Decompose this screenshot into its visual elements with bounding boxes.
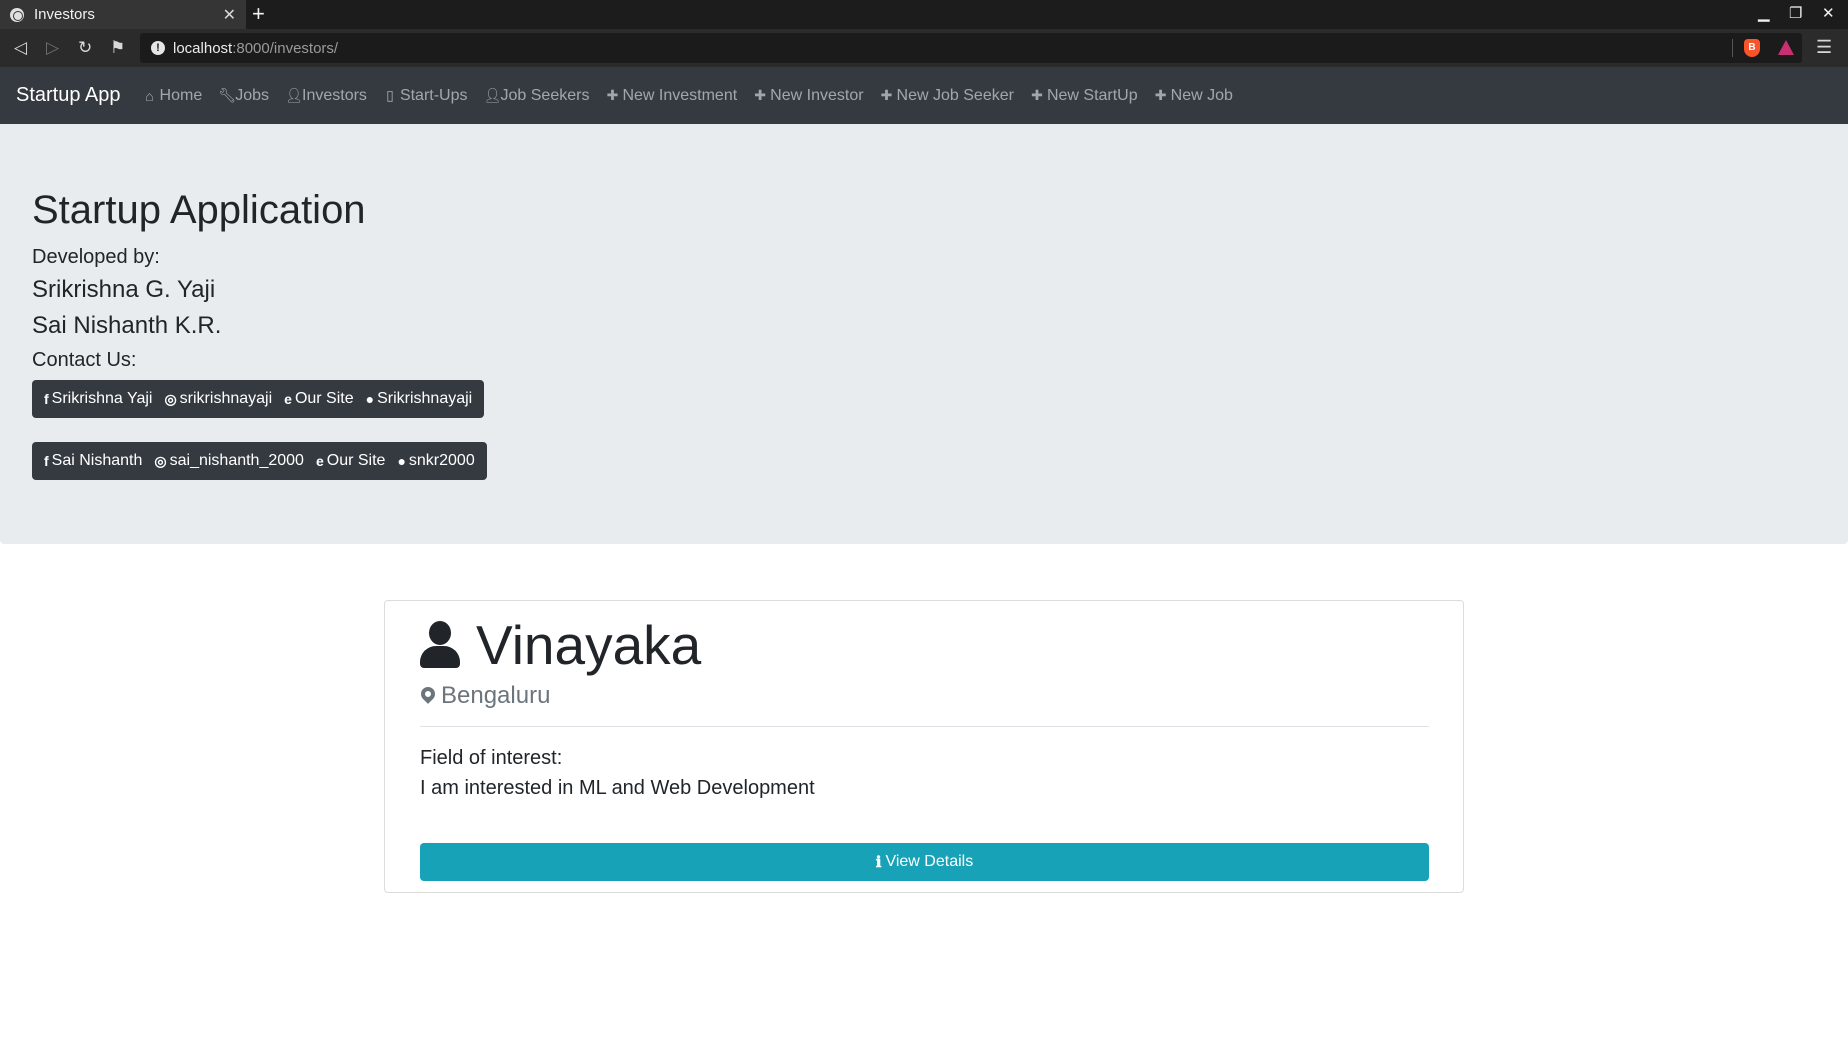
info-icon: ℹ (875, 854, 882, 871)
nav-new-investor[interactable]: ✚ New Investor (753, 87, 863, 105)
facebook-link[interactable]: f Sai Nishanth (38, 452, 148, 470)
instagram-link[interactable]: ◎ srikrishnayaji (158, 390, 278, 408)
hamburger-menu-icon[interactable]: ☰ (1816, 37, 1832, 58)
plus-icon: ✚ (880, 87, 893, 103)
developer-name: Sai Nishanth K.R. (32, 312, 222, 339)
bookmark-icon[interactable]: ⚑ (110, 38, 125, 58)
user-icon (420, 621, 460, 671)
github-icon: ● (397, 453, 406, 469)
main-navbar: Startup App ⌂ Home 🔧︎ Jobs 👤︎ Investors ▯ St… (0, 67, 1848, 124)
forward-icon[interactable]: ▷ (46, 38, 59, 58)
nav-new-job-seeker[interactable]: ✚ New Job Seeker (880, 87, 1014, 105)
nav-new-job[interactable]: ✚ New Job (1154, 87, 1233, 105)
nav-job-seekers[interactable]: 👤︎ Job Seekers (484, 87, 590, 105)
window-close-icon[interactable]: ✕ (1822, 4, 1835, 22)
internet-explorer-icon: e (315, 453, 324, 469)
facebook-link[interactable]: f Srikrishna Yaji (38, 390, 158, 408)
browser-toolbar: ◁ ▷ ↻ ⚑ ! localhost:8000/investors/ B ☰ (0, 29, 1848, 67)
reload-icon[interactable]: ↻ (78, 38, 92, 58)
home-icon: ⌂ (145, 87, 154, 104)
investor-location: Bengaluru (441, 682, 551, 709)
field-of-interest-label: Field of interest: (420, 747, 563, 769)
url-text[interactable]: localhost:8000/investors/ (173, 40, 338, 57)
minimize-icon[interactable]: ▁ (1758, 4, 1770, 22)
contact-label: Contact Us: (32, 349, 137, 371)
plus-icon: ✚ (606, 87, 619, 103)
site-link[interactable]: e Our Site (278, 390, 359, 408)
internet-explorer-icon: e (284, 391, 292, 407)
nav-jobs[interactable]: 🔧︎ Jobs (218, 87, 269, 105)
new-tab-button[interactable]: + (252, 2, 265, 26)
back-icon[interactable]: ◁ (14, 38, 27, 58)
nav-investors[interactable]: 👤︎ Investors (285, 87, 367, 105)
nav-new-investment[interactable]: ✚ New Investment (605, 87, 738, 105)
user-icon: 👤︎ (285, 87, 303, 103)
close-tab-icon[interactable]: ✕ (223, 5, 236, 25)
field-of-interest-value: I am interested in ML and Web Developmen… (420, 777, 815, 799)
view-details-button[interactable]: ℹ View Details (420, 843, 1429, 881)
instagram-icon: ◎ (154, 452, 167, 469)
divider (1732, 39, 1733, 57)
investor-card: Vinayaka Bengaluru Field of interest: I … (384, 600, 1464, 893)
plus-icon: ✚ (1154, 87, 1167, 103)
navbar-brand[interactable]: Startup App (16, 84, 121, 107)
restore-icon[interactable]: ❐ (1789, 4, 1802, 22)
brave-rewards-icon[interactable] (1778, 40, 1794, 55)
divider (420, 726, 1429, 727)
developed-by-label: Developed by: (32, 246, 160, 268)
jumbotron: Startup Application Developed by: Srikri… (0, 124, 1848, 544)
nav-new-startup[interactable]: ✚ New StartUp (1030, 87, 1138, 105)
plus-icon: ✚ (754, 87, 767, 103)
github-icon: ● (365, 391, 375, 407)
facebook-icon: f (44, 453, 49, 469)
page-title: Startup Application (32, 188, 366, 232)
instagram-link[interactable]: ◎ sai_nishanth_2000 (148, 452, 310, 470)
brave-shields-icon[interactable]: B (1744, 39, 1760, 57)
instagram-icon: ◎ (164, 390, 177, 407)
contact-links-group: f Sai Nishanth ◎ sai_nishanth_2000 e Our Si… (32, 442, 487, 480)
user-icon: 👤︎ (483, 87, 502, 103)
nav-home[interactable]: ⌂ Home (143, 87, 202, 105)
investor-name: Vinayaka (476, 614, 702, 676)
globe-icon (10, 7, 24, 22)
site-link[interactable]: e Our Site (310, 452, 391, 470)
contact-links-group: f Srikrishna Yaji ◎ srikrishnayaji e Our Si… (32, 380, 485, 418)
nav-startups[interactable]: ▯ Start-Ups (383, 87, 467, 105)
map-marker-icon (418, 684, 438, 704)
github-link[interactable]: ● snkr2000 (391, 452, 480, 470)
site-info-icon[interactable]: ! (151, 41, 165, 55)
building-icon: ▯ (386, 87, 394, 103)
developer-name: Srikrishna G. Yaji (32, 276, 216, 303)
browser-tab-bar: Investors ✕ + ▁ ❐ ✕ (0, 0, 1848, 29)
wrench-icon: 🔧︎ (218, 87, 236, 103)
url-bar[interactable]: ! localhost:8000/investors/ B (140, 33, 1802, 63)
facebook-icon: f (44, 391, 49, 407)
browser-tab[interactable]: Investors ✕ (0, 0, 246, 29)
github-link[interactable]: ● Srikrishnayaji (360, 390, 479, 408)
plus-icon: ✚ (1031, 87, 1043, 103)
tab-title: Investors (34, 6, 95, 23)
